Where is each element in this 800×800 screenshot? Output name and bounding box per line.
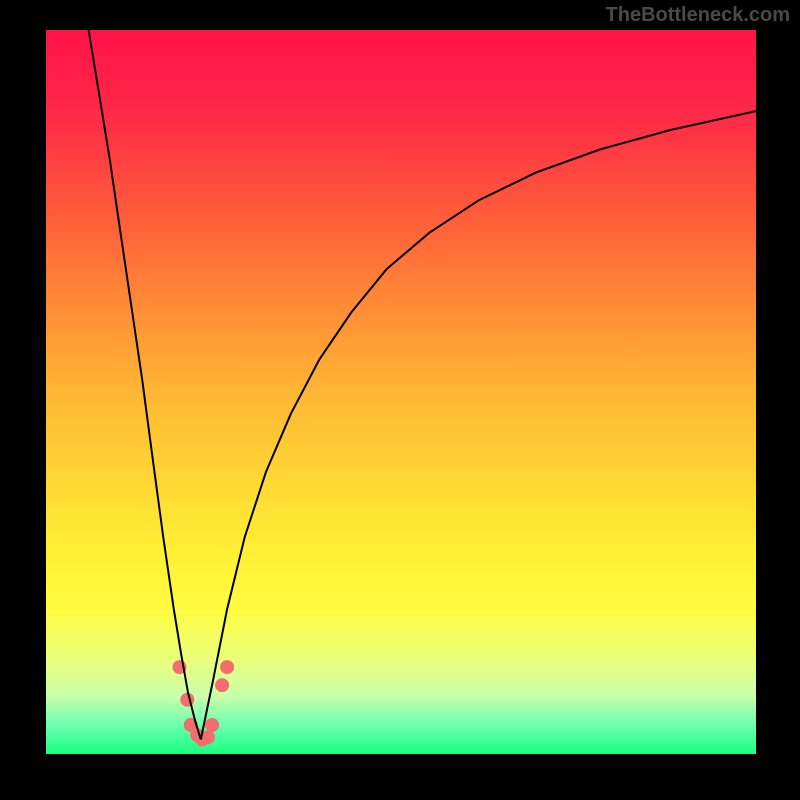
trough-marker	[215, 678, 229, 692]
watermark-text: TheBottleneck.com	[606, 4, 790, 27]
trough-marker	[220, 660, 234, 674]
trough-marker	[205, 718, 219, 732]
trough-markers	[173, 660, 235, 746]
curves-svg	[46, 30, 756, 754]
left-branch-curve	[89, 30, 201, 740]
right-branch-curve	[201, 111, 756, 739]
chart-frame: TheBottleneck.com	[0, 0, 800, 800]
trough-marker	[180, 693, 194, 707]
